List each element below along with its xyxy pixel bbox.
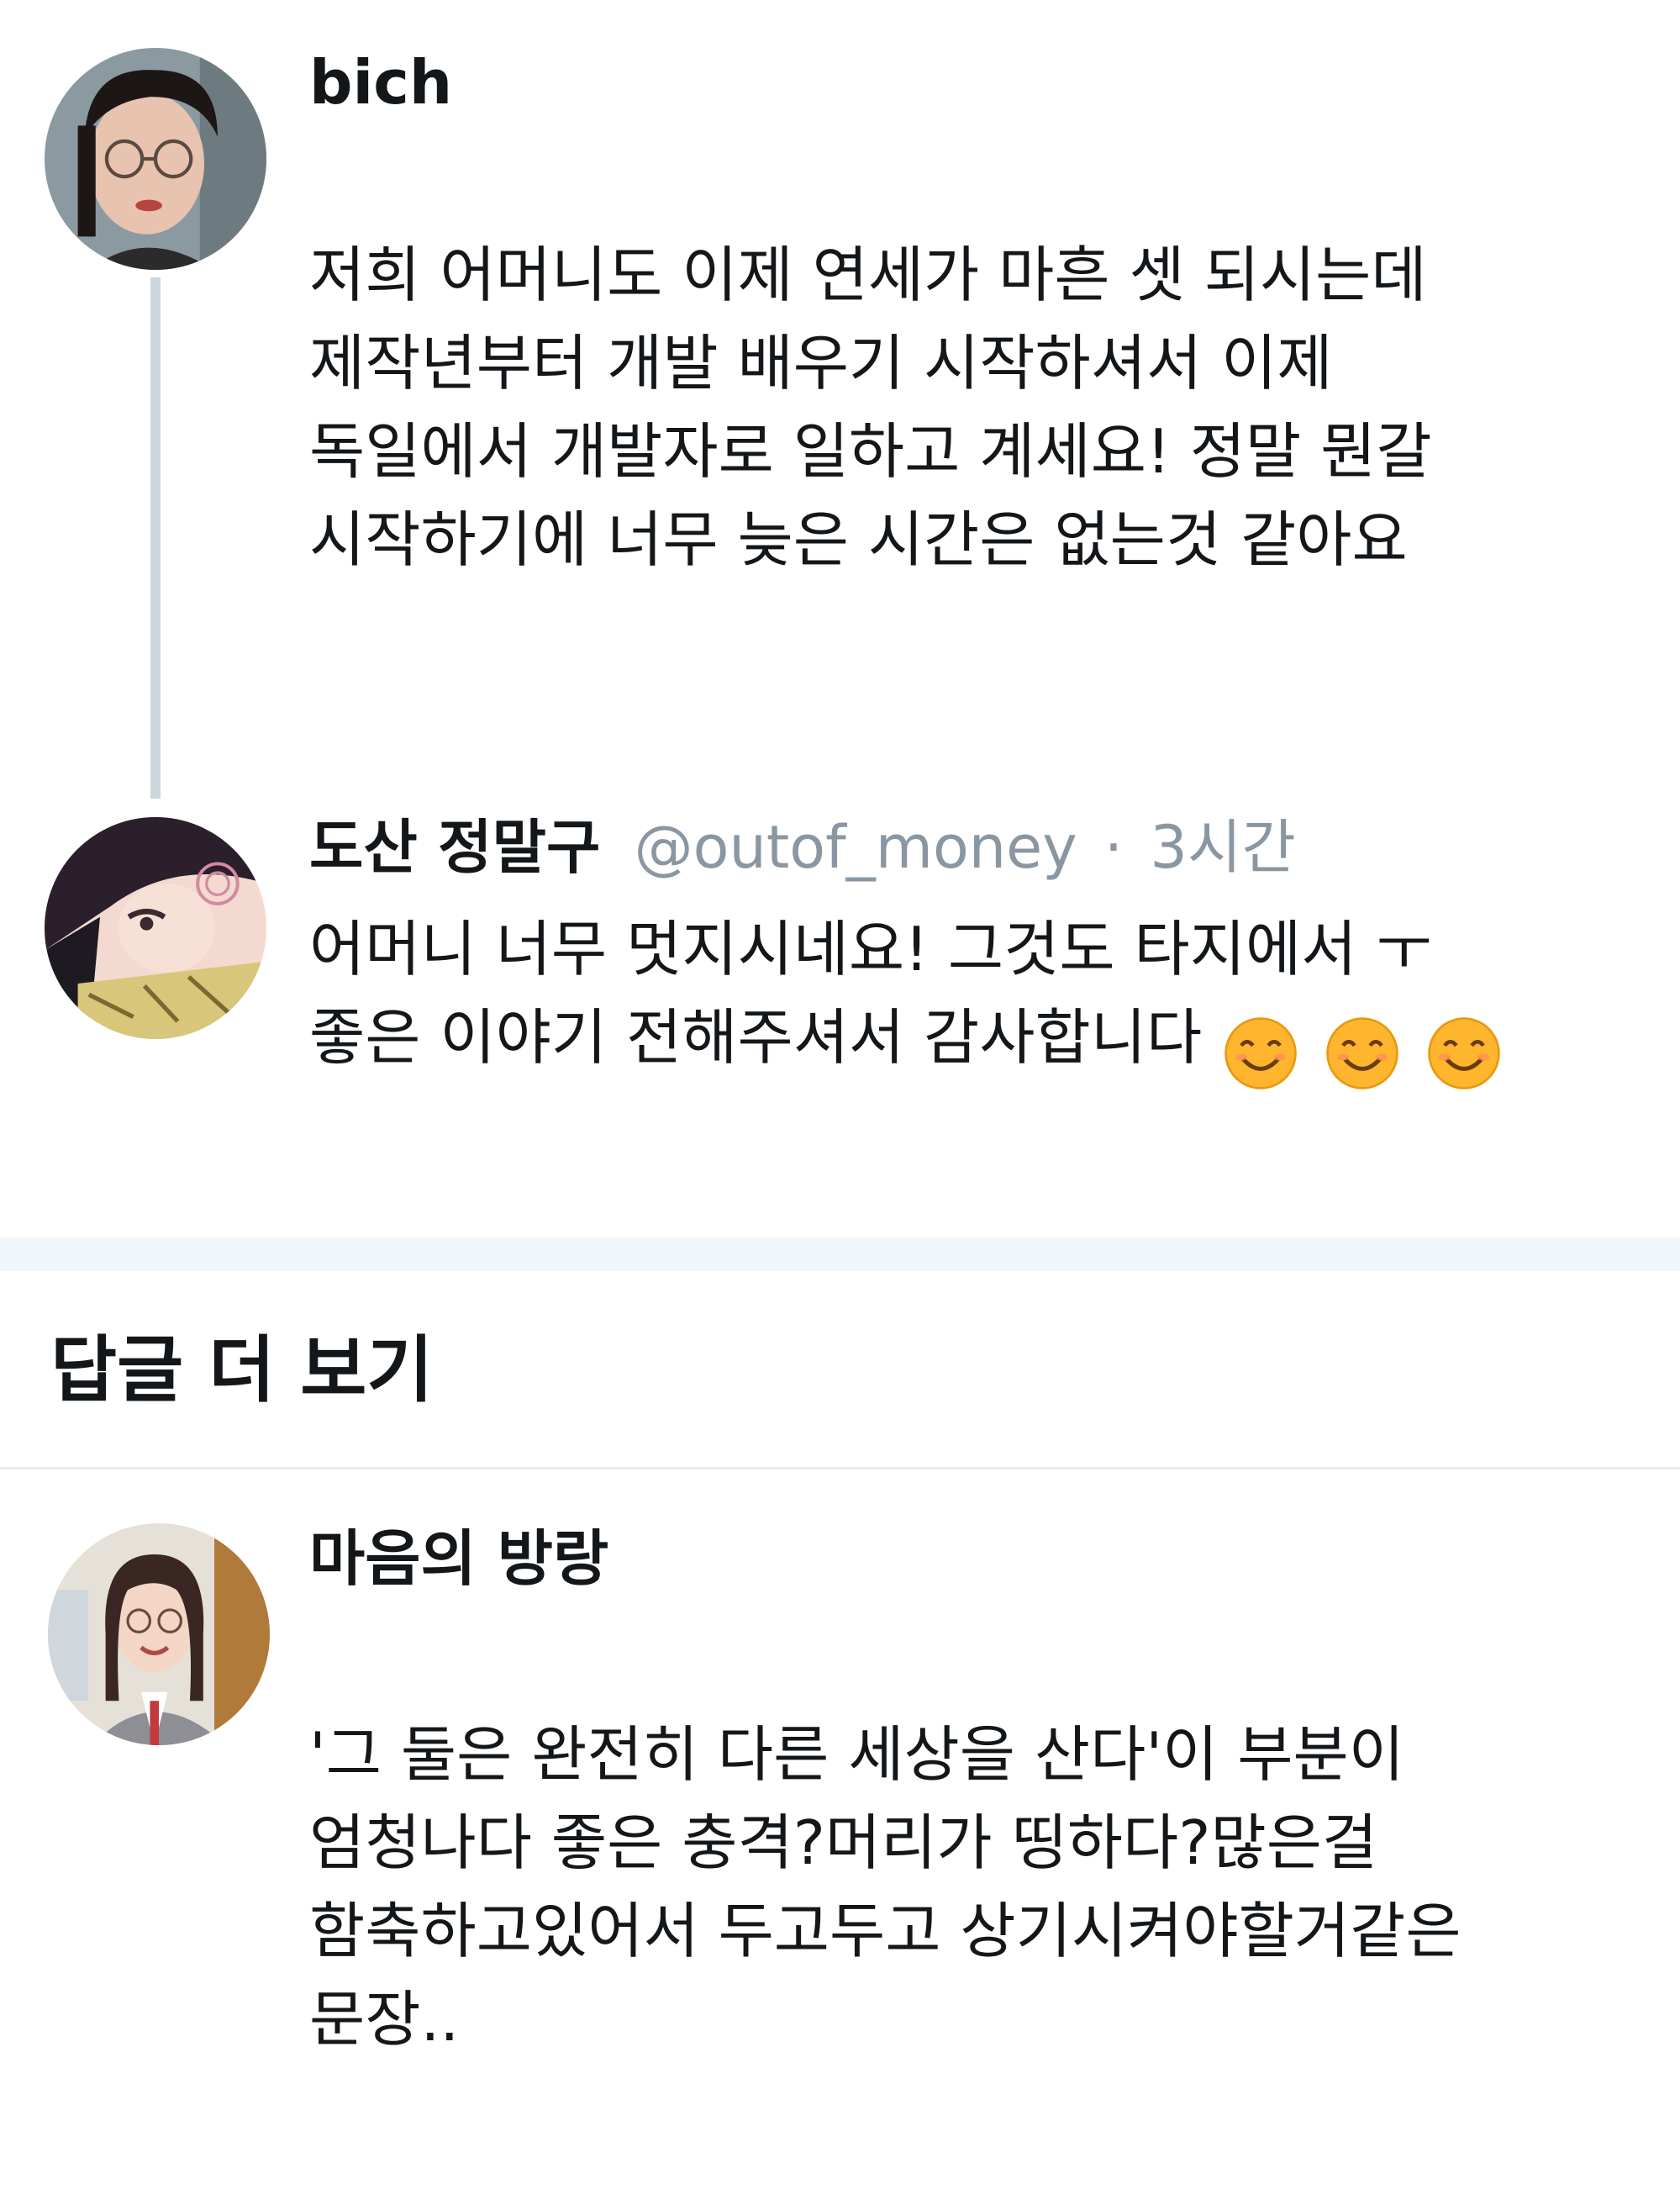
more-replies-link[interactable]: 답글 더 보기	[50, 1334, 433, 1406]
avatar-bich[interactable]	[45, 48, 266, 270]
tweet1-display-name[interactable]: bich	[309, 52, 452, 113]
thread-connector-line	[150, 277, 161, 799]
horizontal-divider	[0, 1467, 1680, 1469]
tweet2-meta-separator: ·	[1103, 813, 1124, 882]
tweet2-header: 도산 정말구 @outof_money · 3시간	[309, 814, 1296, 881]
smiling-face-emoji-icon	[1326, 1017, 1398, 1090]
tweet2-display-name[interactable]: 도산 정말구	[309, 813, 600, 882]
avatar-maeum[interactable]	[48, 1523, 270, 1745]
reply-display-name[interactable]: 마음의 방랑	[309, 1528, 608, 1589]
tweet1-line: 제작년부터 개발 배우기 시작하셔서 이제	[309, 328, 1333, 398]
emoji-group	[1222, 1005, 1508, 1094]
avatar-bich-image	[45, 48, 266, 270]
tweet2-line: 어머니 너무 멋지시네요! 그것도 타지에서 ㅜ	[309, 914, 1432, 984]
smiling-face-emoji-icon	[1224, 1017, 1298, 1090]
tweet1-line: 시작하기에 너무 늦은 시간은 없는것 같아요	[309, 504, 1408, 575]
avatar-outof-money-image	[45, 817, 266, 1039]
section-divider	[0, 1237, 1680, 1271]
reply-line: '그 둘은 완전히 다른 세상을 산다'이 부분이	[309, 1719, 1404, 1790]
smiling-face-emoji-icon	[1428, 1017, 1500, 1090]
tweet1-line: 저희 어머니도 이제 연세가 마흔 셋 되시는데	[309, 240, 1427, 310]
tweet1-line: 독일에서 개발자로 일하고 계세요! 정말 뭔갈	[309, 416, 1432, 487]
reply-line: 엄청나다 좋은 충격?머리가 띵하다?많은걸	[309, 1807, 1378, 1878]
avatar-maeum-image	[48, 1523, 270, 1745]
avatar-outof-money[interactable]	[45, 817, 266, 1039]
tweet2-text: 어머니 너무 멋지시네요! 그것도 타지에서 ㅜ 좋은 이야기 전해주셔서 감사…	[309, 905, 1508, 1094]
tweet2-timestamp[interactable]: 3시간	[1150, 813, 1295, 882]
reply-line: 함축하고있어서 두고두고 상기시켜야할거같은	[309, 1896, 1461, 1966]
reply-line: 문장..	[309, 1984, 460, 2055]
tweet2-line: 좋은 이야기 전해주셔서 감사합니다	[309, 994, 1508, 1094]
tweet1-text: 저희 어머니도 이제 연세가 마흔 셋 되시는데 제작년부터 개발 배우기 시작…	[309, 231, 1432, 584]
tweet2-line-text: 좋은 이야기 전해주셔서 감사합니다	[309, 1002, 1203, 1073]
tweet2-handle[interactable]: @outof_money	[635, 813, 1077, 882]
reply-text: '그 둘은 완전히 다른 세상을 산다'이 부분이 엄청나다 좋은 충격?머리가…	[309, 1711, 1461, 2064]
